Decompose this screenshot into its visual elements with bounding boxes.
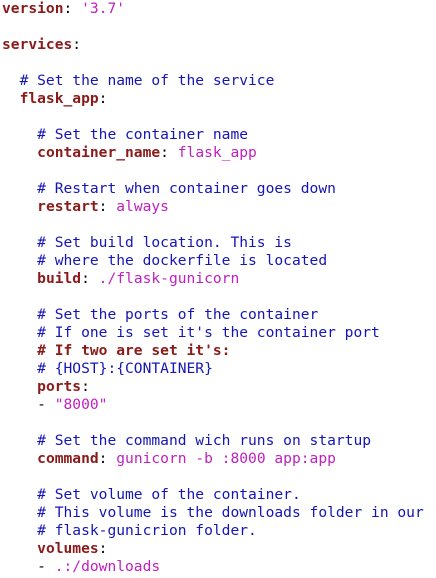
code-line: version: '3.7' — [2, 0, 436, 18]
code-token: : — [98, 450, 117, 467]
code-line: - .:/downloads — [2, 558, 436, 576]
code-token: services — [2, 36, 73, 53]
code-token: gunicorn -b :8000 app:app — [116, 450, 336, 467]
code-token: container_name — [37, 144, 161, 161]
code-token: "8000" — [54, 396, 108, 413]
code-token: ./flask-gunicorn — [98, 270, 240, 287]
code-token: restart — [37, 198, 99, 215]
code-line: services: — [2, 36, 436, 54]
code-token: # Set build location. This is — [37, 234, 292, 251]
code-token: : — [160, 144, 178, 161]
code-token: # where the dockerfile is located — [37, 252, 328, 269]
code-token: # If two are set it's: — [37, 342, 231, 359]
code-token: version — [2, 0, 64, 17]
code-token: # Set the name of the service — [19, 72, 275, 89]
code-line: command: gunicorn -b :8000 app:app — [2, 450, 436, 468]
code-token: # If one is set it's the container port — [37, 324, 380, 341]
code-token: # This volume is the downloads folder in… — [37, 504, 424, 521]
code-line: flask_app: — [2, 90, 436, 108]
code-token: # flask-gunicrion folder. — [37, 522, 257, 539]
code-token: : — [81, 378, 90, 395]
code-token: # Set the ports of the container — [37, 306, 319, 323]
code-line: # Set volume of the container. — [2, 486, 436, 504]
code-token: : — [98, 540, 108, 557]
code-line: # Restart when container goes down — [2, 180, 436, 198]
code-token: - — [37, 558, 55, 575]
code-line: # Set build location. This is — [2, 234, 436, 252]
code-token: : — [98, 90, 108, 107]
code-token: : — [72, 36, 82, 53]
code-token: # Set the command wich runs on startup — [37, 432, 372, 449]
code-line: # {HOST}:{CONTAINER} — [2, 360, 436, 378]
code-token: # Set volume of the container. — [37, 486, 301, 503]
code-line: # If one is set it's the container port — [2, 324, 436, 342]
code-line: # where the dockerfile is located — [2, 252, 436, 270]
code-line: # If two are set it's: — [2, 342, 436, 360]
code-token: : — [81, 270, 99, 287]
code-editor[interactable]: version: '3.7' services: # Set the name … — [2, 0, 436, 578]
code-line: volumes: — [2, 540, 436, 558]
code-line: # This volume is the downloads folder in… — [2, 504, 436, 522]
code-token: flask_app — [177, 144, 257, 161]
code-token: build — [37, 270, 82, 287]
code-token: always — [116, 198, 169, 215]
code-line: # flask-gunicrion folder. — [2, 522, 436, 540]
code-token: flask_app — [19, 90, 99, 107]
code-line: # Set the name of the service — [2, 72, 436, 90]
code-token: - — [37, 396, 55, 413]
code-token: # Restart when container goes down — [37, 180, 336, 197]
code-token: command — [37, 450, 99, 467]
code-line: ports: — [2, 378, 436, 396]
code-token: .:/downloads — [54, 558, 161, 575]
code-token: ports — [37, 378, 82, 395]
code-line: container_name: flask_app — [2, 144, 436, 162]
code-line: build: ./flask-gunicorn — [2, 270, 436, 288]
code-token: '3.7' — [81, 0, 126, 17]
code-token: # {HOST}:{CONTAINER} — [37, 360, 213, 377]
code-token: volumes — [37, 540, 99, 557]
code-line: # Set the ports of the container — [2, 306, 436, 324]
code-token: # Set the container name — [37, 126, 249, 143]
code-token: : — [63, 0, 82, 17]
code-line: # Set the command wich runs on startup — [2, 432, 436, 450]
code-line: restart: always — [2, 198, 436, 216]
code-line: - "8000" — [2, 396, 436, 414]
code-token: : — [98, 198, 117, 215]
code-line: # Set the container name — [2, 126, 436, 144]
